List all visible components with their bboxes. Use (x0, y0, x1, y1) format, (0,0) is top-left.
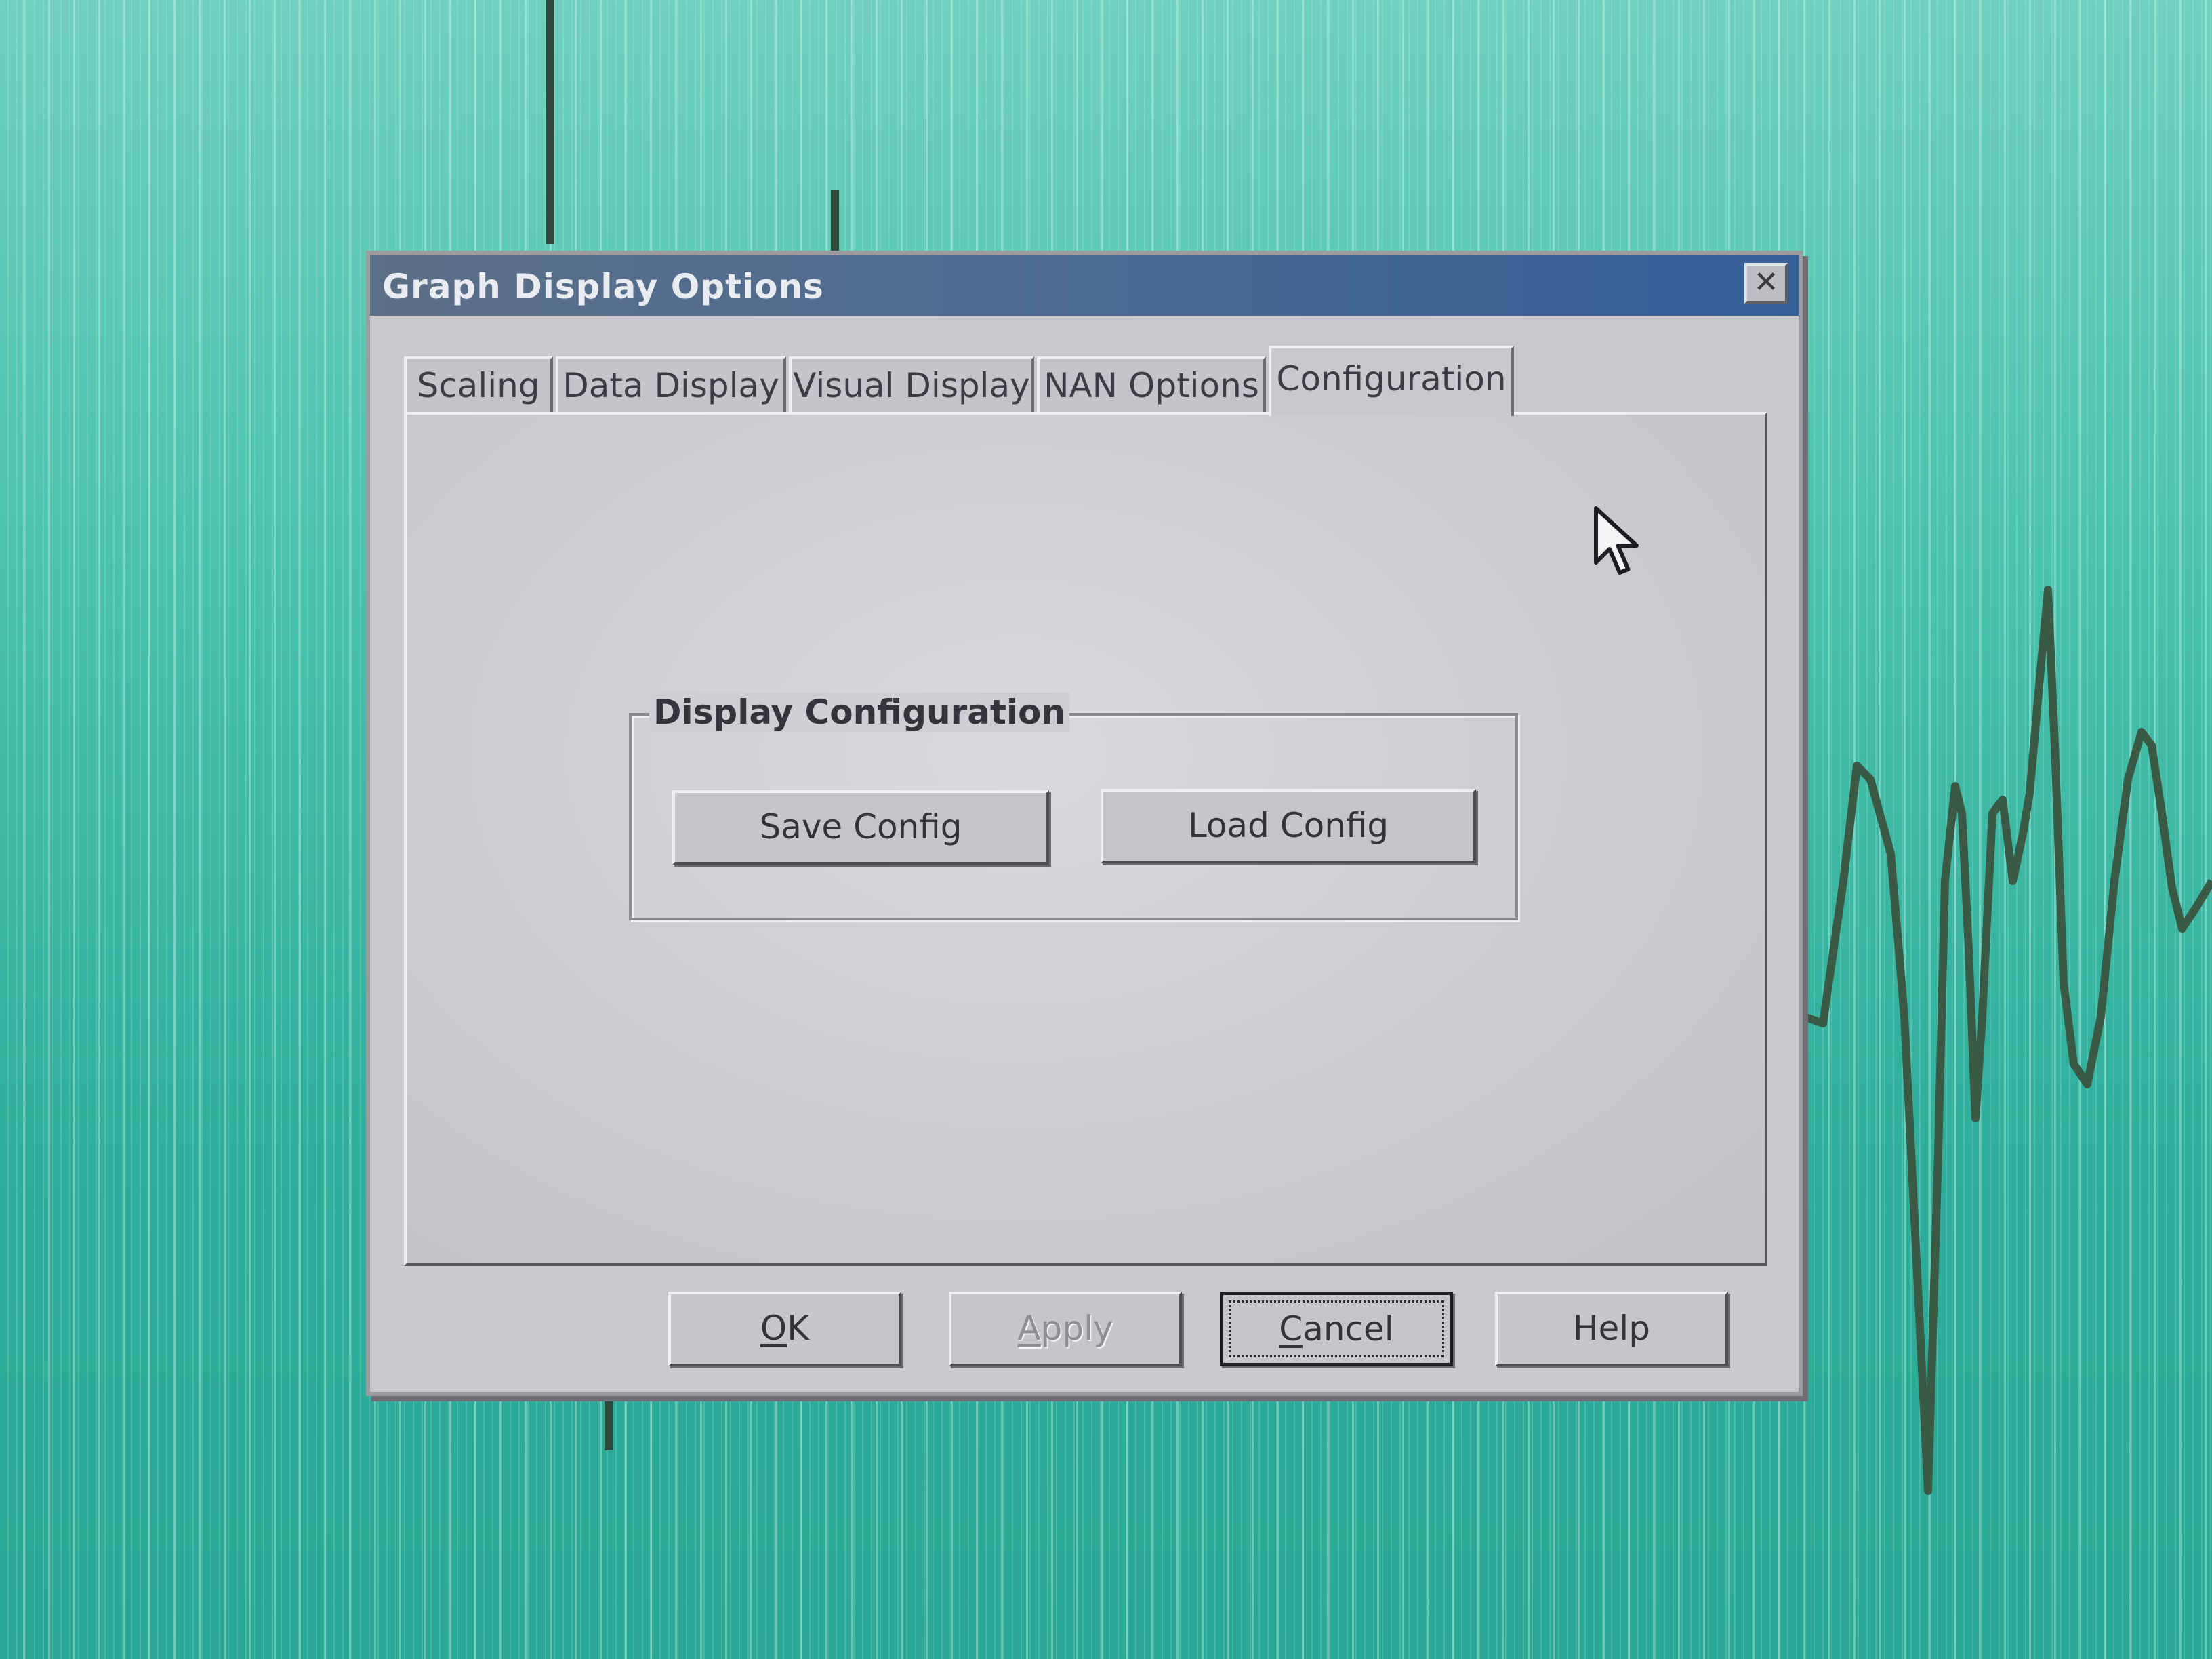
tab-scaling[interactable]: Scaling (404, 356, 553, 413)
dialog-titlebar[interactable]: Graph Display Options ✕ (370, 255, 1799, 316)
help-button[interactable]: Help (1495, 1292, 1728, 1366)
apply-mnemonic: A (1017, 1309, 1041, 1348)
close-button[interactable]: ✕ (1744, 263, 1788, 304)
mouse-pointer-icon (1594, 506, 1639, 575)
tab-data-display[interactable]: Data Display (556, 356, 786, 413)
graph-display-options-dialog: Graph Display Options ✕ Scaling Data Dis… (366, 251, 1803, 1396)
ok-label-rest: K (787, 1309, 810, 1348)
load-config-button[interactable]: Load Config (1101, 789, 1476, 863)
dialog-title: Graph Display Options (382, 267, 824, 306)
ok-button[interactable]: OK (668, 1292, 901, 1366)
apply-button[interactable]: Apply (949, 1292, 1182, 1366)
display-configuration-group: Display Configuration Save Config Load C… (629, 693, 1518, 920)
configuration-tab-page: Display Configuration Save Config Load C… (404, 412, 1767, 1266)
focus-rectangle (1229, 1300, 1444, 1357)
waveform-line (1802, 586, 2212, 1495)
tab-nan-options[interactable]: NAN Options (1037, 356, 1266, 413)
apply-label-rest: pply (1040, 1309, 1113, 1348)
ok-mnemonic: O (760, 1309, 787, 1348)
tab-strip: Scaling Data Display Visual Display NAN … (404, 343, 1759, 417)
tab-configuration[interactable]: Configuration (1269, 346, 1514, 416)
save-config-button[interactable]: Save Config (672, 790, 1049, 865)
group-title: Display Configuration (649, 693, 1070, 732)
cancel-button[interactable]: Cancel (1220, 1292, 1453, 1366)
tab-visual-display[interactable]: Visual Display (789, 356, 1034, 413)
close-icon: ✕ (1753, 265, 1779, 300)
